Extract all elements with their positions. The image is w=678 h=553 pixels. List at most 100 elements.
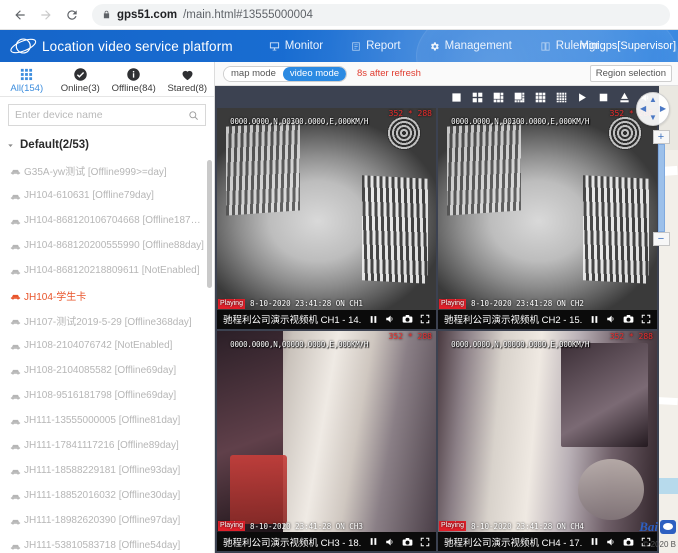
pause-icon[interactable] xyxy=(590,315,599,324)
device-list-item[interactable]: JH111-17841117216 [Offline89day] xyxy=(0,433,214,458)
sidebar-scrollbar[interactable] xyxy=(207,160,212,289)
address-bar[interactable]: gps51.com/main.html#13555000004 xyxy=(92,3,670,26)
search-icon[interactable] xyxy=(188,110,199,121)
video-stream[interactable]: 352 * 288 0000.0000,N,00000.0000,E,000KM/… xyxy=(217,330,436,532)
device-list-item[interactable]: JH104-学生卡 xyxy=(0,283,214,308)
car-icon xyxy=(10,517,21,525)
header-nav: Monitor Report Management RuleMgr xyxy=(255,40,613,52)
four-view-icon[interactable] xyxy=(471,91,483,103)
back-arrow-icon[interactable] xyxy=(8,3,32,27)
monitor-icon xyxy=(269,41,280,52)
chevron-down-icon[interactable] xyxy=(6,141,15,150)
snapshot-icon[interactable] xyxy=(402,314,413,324)
device-group-header[interactable]: Default(2/53) xyxy=(0,132,214,159)
sidebar-tab-stared[interactable]: Stared(8) xyxy=(161,62,215,96)
eight-view-icon[interactable] xyxy=(513,91,525,103)
video-layout-toolbar xyxy=(215,86,659,108)
device-list[interactable]: G35A-yw测试 [Offline999>=day] JH104-610631 … xyxy=(0,158,214,553)
baidu-wordmark: Bai xyxy=(639,519,658,534)
sidebar-tab-offline-label: Offline(84) xyxy=(111,82,156,94)
sidebar-tab-online[interactable]: Online(3) xyxy=(54,62,108,96)
globe-orbit-logo xyxy=(6,31,42,61)
device-list-item[interactable]: G35A-yw测试 [Offline999>=day] xyxy=(0,158,214,183)
search-input[interactable] xyxy=(15,109,188,122)
device-list-item[interactable]: JH108-9516181798 [Offline69day] xyxy=(0,383,214,408)
pan-left-icon[interactable]: ◀ xyxy=(640,105,646,113)
volume-icon[interactable] xyxy=(385,537,395,547)
snapshot-icon[interactable] xyxy=(623,314,634,324)
device-search-box[interactable] xyxy=(8,104,206,127)
device-list-item[interactable]: JH104-868120218809611 [NotEnabled] xyxy=(0,258,214,283)
sixteen-view-icon[interactable] xyxy=(555,91,567,103)
volume-icon[interactable] xyxy=(606,314,616,324)
sidebar-tab-offline[interactable]: Offline(84) xyxy=(107,62,161,96)
sidebar-tab-all-label: All(154) xyxy=(10,82,44,94)
zoom-slider-track[interactable] xyxy=(657,144,665,232)
device-list-item[interactable]: JH111-18588229181 [Offline93day] xyxy=(0,458,214,483)
snapshot-all-icon[interactable] xyxy=(618,91,630,103)
nav-item-monitor[interactable]: Monitor xyxy=(255,40,337,52)
user-account-label[interactable]: minigps[Supervisor] xyxy=(579,30,678,62)
six-view-icon[interactable] xyxy=(492,91,504,103)
video-stream[interactable]: 352 * 288 0000.0000,N,00300.0000,E,000KM/… xyxy=(438,108,657,310)
device-list-item-label: JH111-53810583718 [Offline54day] xyxy=(24,540,181,552)
nav-item-management[interactable]: Management xyxy=(415,40,526,52)
reload-icon[interactable] xyxy=(60,3,84,27)
stop-icon[interactable] xyxy=(597,91,609,103)
video-mode-button[interactable]: video mode xyxy=(282,66,347,81)
view-mode-toggle[interactable]: map mode video mode xyxy=(223,65,348,82)
right-pane: map mode video mode 8s after refresh Reg… xyxy=(215,62,678,553)
device-list-item[interactable]: JH104-868120106704668 [Offline187day] xyxy=(0,208,214,233)
device-list-item-label: JH104-610631 [Offline79day] xyxy=(24,190,154,202)
map-mode-button[interactable]: map mode xyxy=(224,66,283,81)
sidebar-tab-all[interactable]: All(154) xyxy=(0,62,54,96)
device-filter-tabs: All(154) Online(3) Offline(84) Stared(8) xyxy=(0,62,215,98)
url-domain: gps51.com xyxy=(117,8,178,21)
device-list-item[interactable]: JH111-18852016032 [Offline30day] xyxy=(0,483,214,508)
snapshot-icon[interactable] xyxy=(402,537,413,547)
baidu-logo[interactable]: Bai xyxy=(639,519,676,535)
zoom-in-button[interactable]: + xyxy=(652,130,670,144)
device-list-item[interactable]: JH107-测试2019-5-29 [Offline368day] xyxy=(0,308,214,333)
device-list-item[interactable]: JH111-13555000005 [Offline81day] xyxy=(0,408,214,433)
video-stream[interactable]: 352 * 288 0000.0000,N,00300.0000,E,000KM/… xyxy=(217,108,436,310)
device-list-item[interactable]: JH108-2104085582 [Offline69day] xyxy=(0,358,214,383)
video-stream[interactable]: 352 * 288 0000.0000,N,00000.0000,E,000KM/… xyxy=(438,330,657,532)
pan-right-icon[interactable]: ▶ xyxy=(660,105,666,113)
nav-item-report[interactable]: Report xyxy=(337,40,415,52)
fullscreen-icon[interactable] xyxy=(641,314,651,324)
car-icon xyxy=(10,217,21,225)
fullscreen-icon[interactable] xyxy=(420,537,430,547)
pan-compass-icon[interactable]: ▲ ▼ ◀ ▶ xyxy=(636,92,670,126)
device-list-item[interactable]: JH111-18982620390 [Offline97day] xyxy=(0,508,214,533)
pause-icon[interactable] xyxy=(369,315,378,324)
pause-icon[interactable] xyxy=(369,537,378,546)
snapshot-icon[interactable] xyxy=(623,537,634,547)
fullscreen-icon[interactable] xyxy=(420,314,430,324)
video-cell[interactable]: 352 * 288 0000.0000,N,00000.0000,E,000KM/… xyxy=(438,330,657,551)
device-list-item-label: JH108-2104076742 [NotEnabled] xyxy=(24,340,173,352)
play-icon[interactable] xyxy=(576,91,588,103)
pan-up-icon[interactable]: ▲ xyxy=(649,96,657,104)
pan-down-icon[interactable]: ▼ xyxy=(649,114,657,122)
video-cell[interactable]: 352 * 288 0000.0000,N,00000.0000,E,000KM/… xyxy=(217,330,436,551)
device-list-item[interactable]: JH108-2104076742 [NotEnabled] xyxy=(0,333,214,358)
device-list-item[interactable]: JH104-868120200555990 [Offline88day] xyxy=(0,233,214,258)
osd-timestamp: 8-10-2020 23:41:28 ON CH3 xyxy=(249,521,363,531)
baidu-paw-icon xyxy=(660,520,676,534)
nine-view-icon[interactable] xyxy=(534,91,546,103)
region-select[interactable]: Region selection xyxy=(589,65,672,82)
volume-icon[interactable] xyxy=(606,537,616,547)
map-pan-control[interactable]: ▲ ▼ ◀ ▶ xyxy=(636,92,670,126)
video-cell[interactable]: 352 * 288 0000.0000,N,00300.0000,E,000KM/… xyxy=(438,108,657,329)
device-list-item[interactable]: JH104-610631 [Offline79day] xyxy=(0,183,214,208)
map-zoom-control[interactable]: + − xyxy=(652,130,670,246)
grid-icon xyxy=(19,67,34,82)
video-cell[interactable]: 352 * 288 0000.0000,N,00300.0000,E,000KM/… xyxy=(217,108,436,329)
device-list-item-label: JH111-18852016032 [Offline30day] xyxy=(24,490,181,502)
volume-icon[interactable] xyxy=(385,314,395,324)
single-view-icon[interactable] xyxy=(450,91,462,103)
zoom-out-button[interactable]: − xyxy=(652,232,670,246)
pause-icon[interactable] xyxy=(590,537,599,546)
device-list-item[interactable]: JH111-53810583718 [Offline54day] xyxy=(0,533,214,553)
